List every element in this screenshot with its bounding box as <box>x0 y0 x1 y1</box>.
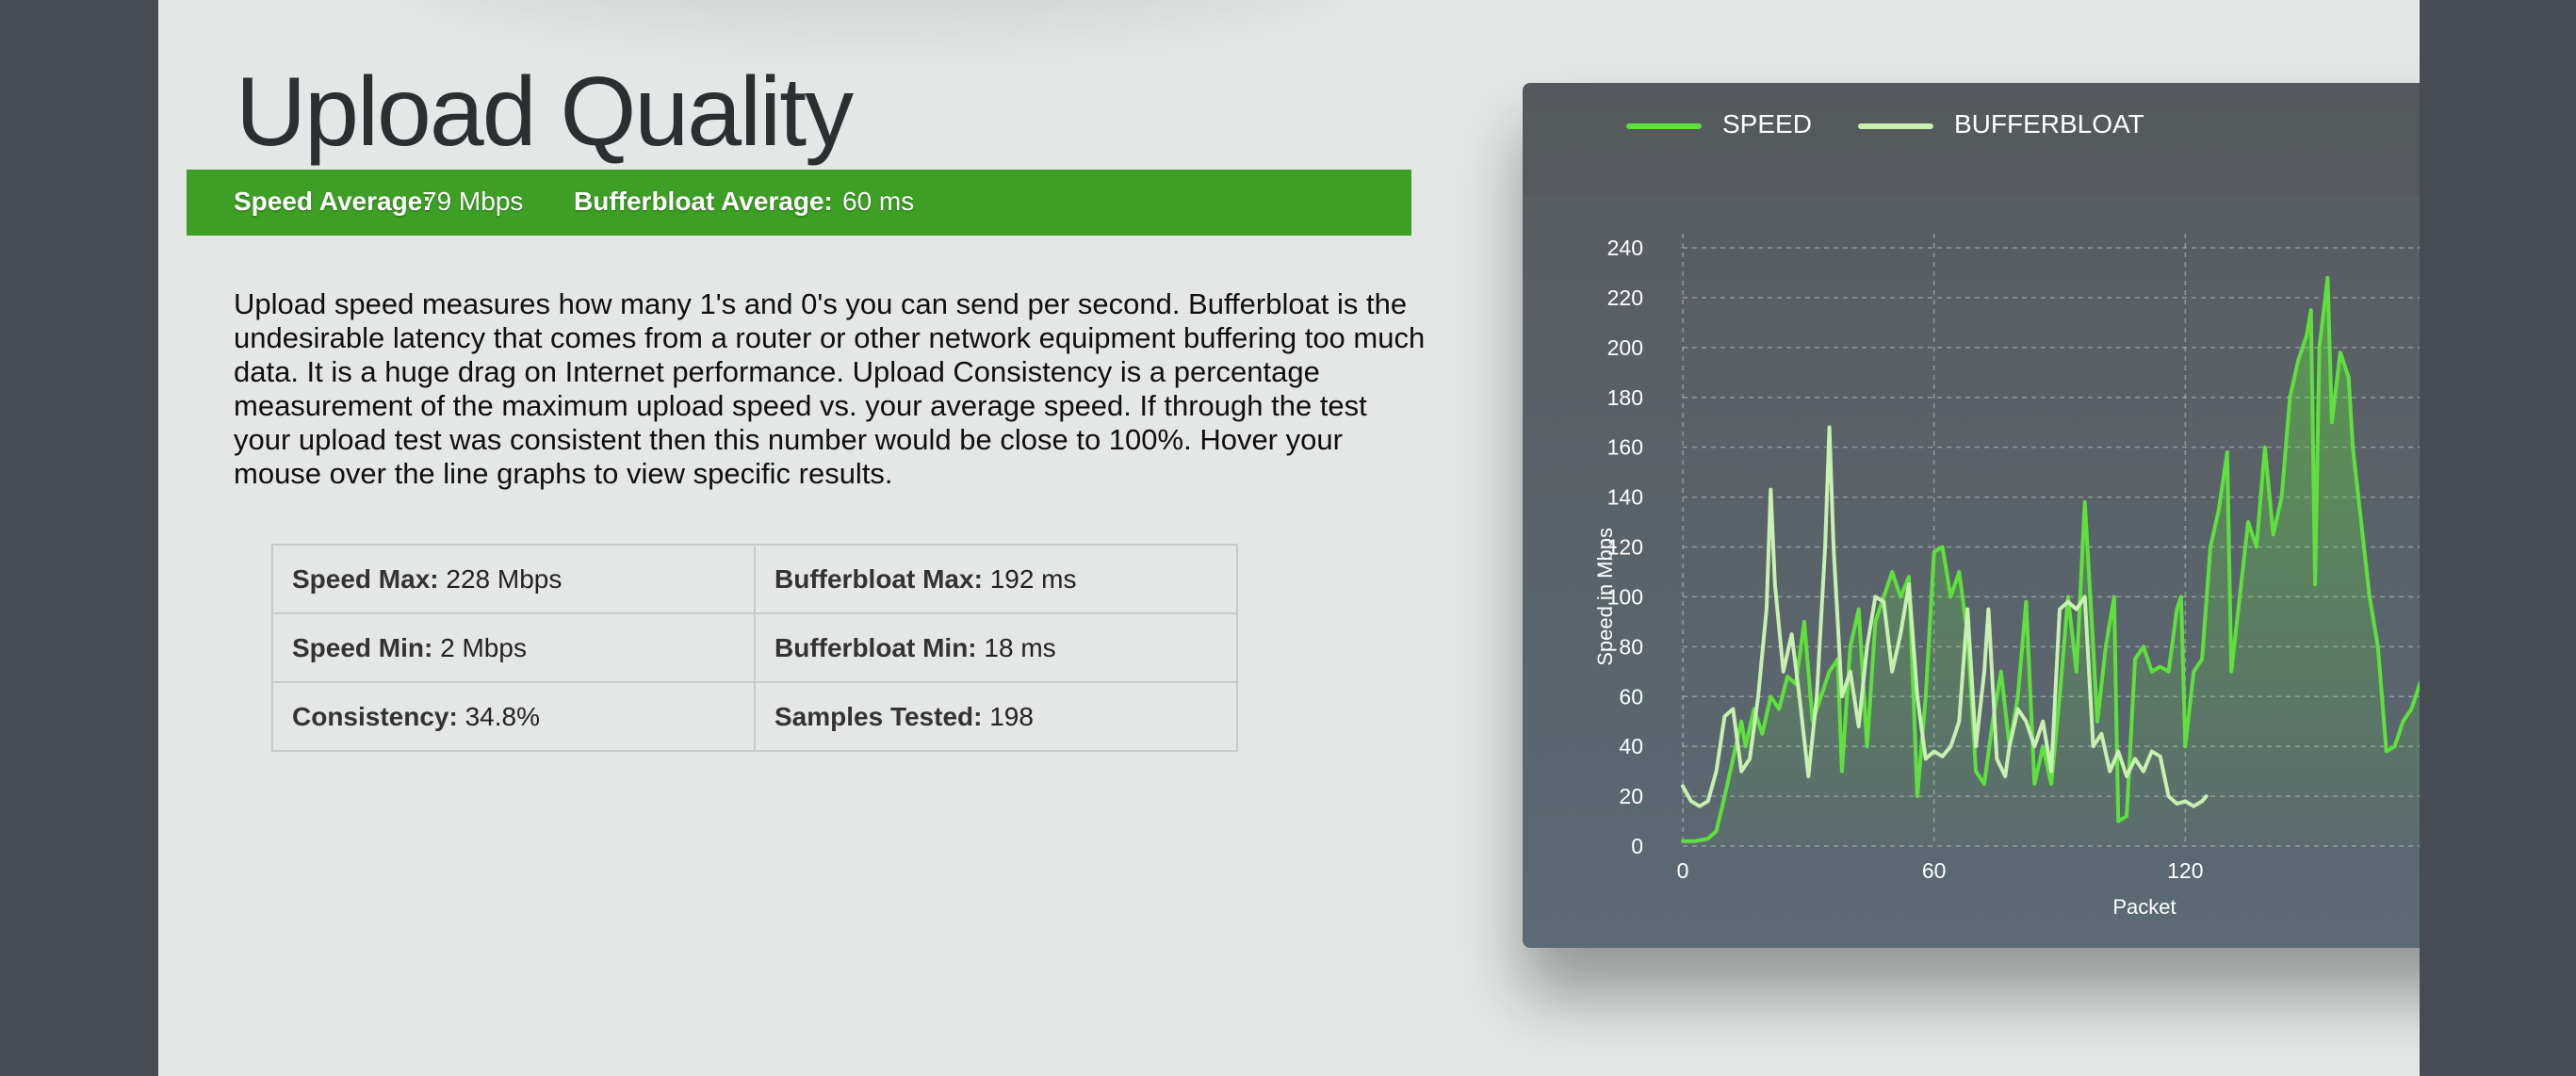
y-tick-label: 0 <box>1631 834 1643 858</box>
upload-quality-page: Upload Quality Speed Average: 79 Mbps Bu… <box>158 0 2420 1076</box>
x-tick-label: 60 <box>1922 858 1947 883</box>
bufferbloat-max-cell: Bufferbloat Max: 192 ms <box>754 544 1238 614</box>
stat-value: 192 ms <box>989 563 1077 594</box>
speed-average-label: Speed Average: <box>234 187 432 216</box>
x-axis-label: Packet <box>2112 895 2176 919</box>
page-title: Upload Quality <box>236 57 854 167</box>
bufferbloat-average-value: 60 ms <box>842 187 915 216</box>
y-tick-label: 240 <box>1607 236 1643 260</box>
speed-average-value: 79 Mbps <box>422 187 524 216</box>
samples-tested-cell: Samples Tested: 198 <box>754 681 1238 752</box>
y-tick-label: 60 <box>1619 684 1643 709</box>
y-tick-label: 160 <box>1607 435 1643 460</box>
line-chart[interactable]: 0204060801001201401601802002202400 60 120 1… <box>1523 83 2420 948</box>
stat-label: Bufferbloat Max: <box>774 563 983 594</box>
summary-banner: Speed Average: 79 Mbps Bufferbloat Avera… <box>187 170 1411 236</box>
speed-max-cell: Speed Max: 228 Mbps <box>271 544 756 614</box>
y-axis-label: Speed in Mbps <box>1593 528 1617 666</box>
bufferbloat-average-label: Bufferbloat Average: <box>574 187 833 216</box>
stat-label: Speed Min: <box>292 632 433 662</box>
stat-value: 228 Mbps <box>446 563 562 594</box>
x-tick-label: 0 <box>1677 858 1689 883</box>
consistency-cell: Consistency: 34.8% <box>271 681 756 752</box>
y-tick-label: 20 <box>1619 784 1643 808</box>
y-tick-label: 220 <box>1607 285 1643 310</box>
stat-value: 2 Mbps <box>440 632 527 662</box>
y-tick-label: 80 <box>1619 634 1643 659</box>
stats-table: Speed Max: 228 Mbps Bufferbloat Max: 192… <box>271 544 1238 752</box>
stat-label: Bufferbloat Min: <box>774 632 977 662</box>
stat-label: Speed Max: <box>292 563 439 594</box>
bufferbloat-min-cell: Bufferbloat Min: 18 ms <box>754 612 1238 683</box>
stat-value: 34.8% <box>465 701 541 731</box>
description-text: Upload speed measures how many 1's and 0… <box>234 287 1426 490</box>
stat-value: 198 <box>989 701 1034 731</box>
stat-label: Consistency: <box>292 701 458 731</box>
table-row: Consistency: 34.8% Samples Tested: 198 <box>271 681 1238 752</box>
table-row: Speed Min: 2 Mbps Bufferbloat Min: 18 ms <box>271 612 1238 683</box>
y-tick-label: 180 <box>1607 385 1643 410</box>
table-row: Speed Max: 228 Mbps Bufferbloat Max: 192… <box>271 544 1238 614</box>
y-tick-label: 40 <box>1619 734 1643 758</box>
x-tick-label: 120 <box>2167 858 2203 883</box>
x-tick-label: 180 <box>2419 858 2420 883</box>
stat-value: 18 ms <box>984 632 1056 662</box>
speed-min-cell: Speed Min: 2 Mbps <box>271 612 756 683</box>
stat-label: Samples Tested: <box>774 701 983 731</box>
y-tick-label: 140 <box>1607 485 1643 510</box>
chart-card[interactable]: SPEED BUFFERBLOAT 0 20 40 60 80 100 120 140 160 1… <box>1523 83 2420 948</box>
y-tick-label: 200 <box>1607 335 1643 360</box>
